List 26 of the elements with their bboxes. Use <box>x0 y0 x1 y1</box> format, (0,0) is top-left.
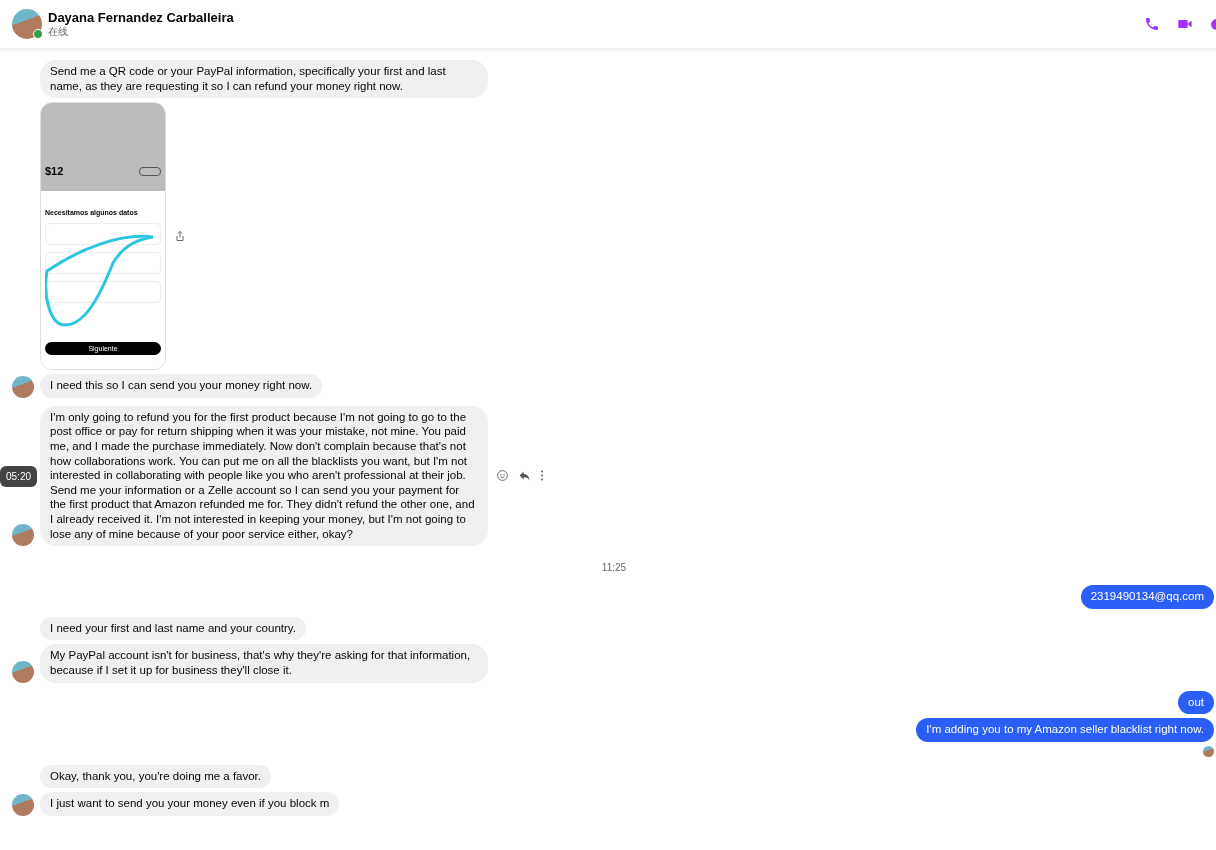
message-bubble: Send me a QR code or your PayPal information, specifically your first and last name, as they are requesting it so I can refund your money right now. <box>40 60 488 99</box>
message-bubble: 2319490134@qq.com <box>1080 585 1214 609</box>
timestamp: 11:25 <box>601 562 627 574</box>
message-bubble: Okay, thank you, you're doing me a favor. <box>40 764 271 789</box>
message-bubble: I need your first and last name and your country. <box>40 616 306 641</box>
contact-avatar[interactable] <box>12 9 42 39</box>
phone-icon[interactable] <box>1144 16 1160 32</box>
message-bubble: I need this so I can send you your money right now. <box>40 374 323 398</box>
message-bubble: My PayPal account isn't for business, that's why they're asking for that information, because if I set it up for business they'll close it. <box>40 644 488 683</box>
status-text: 在线 <box>48 25 69 39</box>
sender-avatar[interactable] <box>12 660 34 683</box>
sender-avatar[interactable] <box>12 375 34 398</box>
message-bubble: out <box>1178 690 1214 715</box>
time-tooltip: 05:20 <box>0 465 38 487</box>
message-bubble: I'm only going to refund you for the first product because I'm not going to go to the post office or pay for return shipping when it was your mistake, not mine. You paid me, and I made the purchase immediately. Now don't complain because that's not how collaborations work. You can put me on all the blacklists you want, but I'm not interested in collaborating with people like you who aren't professional at their job. Send me your information or a Zelle account so I can send you your payment for the first product that Amazon refunded me for. They didn't refund the other one, and I already received it. I'm not interested in keeping your money, but I'm not going to lose any of mine because of your poor service either, okay? <box>40 405 488 547</box>
sender-avatar[interactable] <box>12 793 34 816</box>
emoji-icon[interactable] <box>496 469 509 483</box>
seen-avatar <box>1203 745 1214 757</box>
message-bubble: I just want to send you your money even if you block m <box>40 792 340 816</box>
more-options-icon[interactable] <box>540 469 544 483</box>
amount-text: $12 <box>45 165 64 178</box>
share-icon[interactable] <box>174 230 186 243</box>
currency-selector <box>139 166 161 176</box>
contact-name[interactable]: Dayana Fernandez Carballeira <box>48 9 234 25</box>
message-bubble: I'm adding you to my Amazon seller blacklist right now. <box>916 718 1214 742</box>
sender-avatar[interactable] <box>12 524 34 547</box>
